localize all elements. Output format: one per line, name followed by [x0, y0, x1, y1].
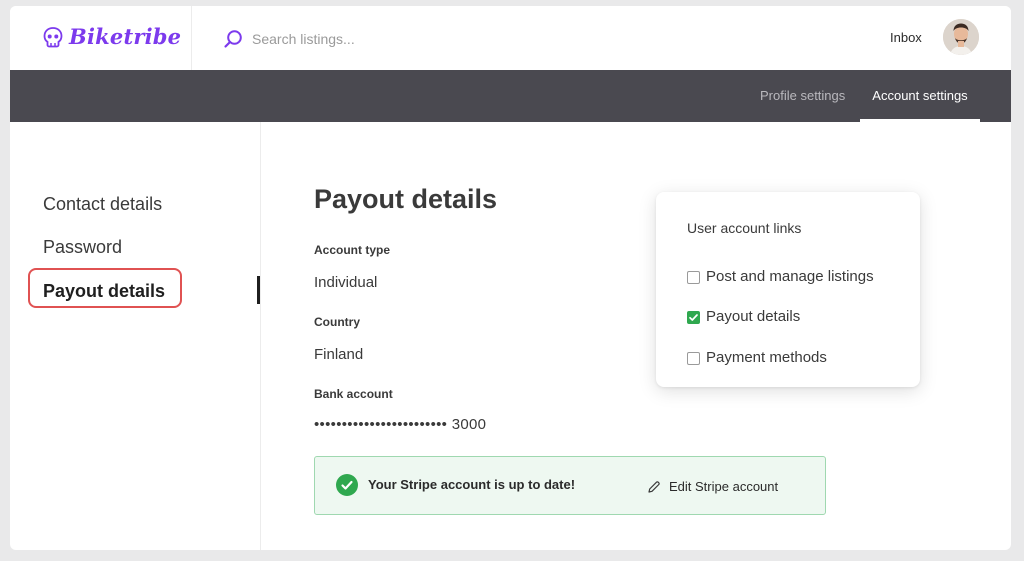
pencil-icon	[648, 481, 660, 493]
top-bar: Biketribe Inbox	[10, 6, 1011, 71]
bank-account-label: Bank account	[314, 387, 393, 401]
country-value: Finland	[314, 346, 364, 363]
check-circle-icon	[336, 474, 358, 496]
checkbox-unchecked[interactable]	[687, 352, 700, 365]
sidebar-item-payout-details[interactable]: Payout details	[43, 281, 165, 302]
active-tab-underline	[860, 119, 980, 122]
search-input[interactable]	[250, 26, 474, 52]
sidebar: Contact details Password Payout details	[10, 122, 261, 550]
tab-profile-settings[interactable]: Profile settings	[760, 70, 845, 122]
user-account-links-popup: User account links Post and manage listi…	[656, 192, 920, 387]
edit-stripe-account-label: Edit Stripe account	[669, 479, 779, 494]
tab-account-settings[interactable]: Account settings	[860, 70, 980, 122]
tab-account-settings-label: Account settings	[872, 88, 968, 103]
settings-nav: Profile settings Account settings	[10, 70, 1011, 122]
user-avatar-icon	[943, 19, 979, 55]
popup-item-label: Payout details	[706, 308, 801, 325]
stripe-status-message: Your Stripe account is up to date!	[368, 477, 576, 492]
avatar[interactable]	[943, 19, 979, 55]
page-title: Payout details	[314, 184, 498, 214]
app-logo-text: Biketribe	[69, 24, 182, 49]
popup-item-label: Payment methods	[706, 349, 827, 366]
sidebar-item-password[interactable]: Password	[43, 237, 122, 258]
skull-logo-icon	[43, 27, 63, 48]
country-label: Country	[314, 315, 360, 329]
inbox-link[interactable]: Inbox	[890, 30, 922, 45]
search-icon[interactable]	[222, 28, 244, 50]
stripe-status-banner: Your Stripe account is up to date! Edit …	[314, 456, 826, 515]
popup-item-label: Post and manage listings	[706, 268, 874, 285]
checkbox-unchecked[interactable]	[687, 271, 700, 284]
sidebar-active-indicator	[257, 276, 260, 304]
edit-stripe-account-link[interactable]: Edit Stripe account	[648, 479, 779, 494]
popup-title: User account links	[687, 220, 802, 236]
checkbox-checked[interactable]	[687, 311, 700, 324]
app-window: Biketribe Inbox Profile settings Account…	[10, 6, 1011, 550]
bank-account-value: •••••••••••••••••••••••• 3000	[314, 416, 487, 433]
sidebar-item-contact-details[interactable]: Contact details	[43, 194, 162, 215]
account-type-label: Account type	[314, 243, 391, 257]
logo-area[interactable]: Biketribe	[10, 6, 192, 70]
account-type-value: Individual	[314, 274, 378, 291]
